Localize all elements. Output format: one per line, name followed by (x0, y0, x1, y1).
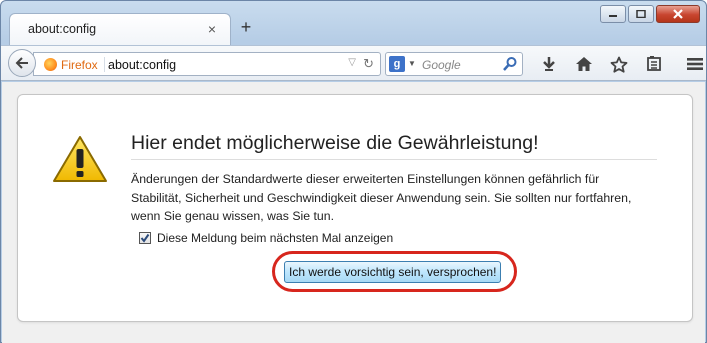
reload-icon[interactable]: ↻ (363, 56, 374, 72)
download-icon (542, 57, 555, 71)
warning-panel: Hier endet möglicherweise die Gewährleis… (17, 94, 693, 322)
star-icon (610, 56, 627, 73)
tab-title: about:config (28, 22, 97, 36)
browser-window: about:config × + Firefox about:config ▽ … (0, 0, 707, 343)
bookmarks-menu-button[interactable] (636, 51, 671, 77)
show-warning-checkbox-row[interactable]: Diese Meldung beim nächsten Mal anzeigen (139, 231, 393, 245)
checkmark-icon (140, 233, 150, 243)
home-button[interactable] (566, 51, 601, 77)
navigation-bar: Firefox about:config ▽ ↻ g ▼ Google (1, 45, 706, 81)
accept-risk-button[interactable]: Ich werde vorsichtig sein, versprochen! (284, 261, 502, 283)
hamburger-menu-icon (686, 58, 703, 70)
identity-box[interactable]: Firefox (44, 57, 105, 72)
page-content: Hier endet möglicherweise die Gewährleis… (2, 82, 705, 343)
search-engine-dropdown-icon[interactable]: ▼ (408, 59, 416, 68)
back-arrow-icon (15, 57, 28, 69)
bookmarks-list-icon (646, 56, 661, 71)
maximize-icon (636, 10, 646, 18)
home-icon (575, 57, 592, 71)
tab-about-config[interactable]: about:config × (9, 13, 231, 45)
url-dropdown-icon[interactable]: ▽ (348, 57, 356, 68)
show-warning-label: Diese Meldung beim nächsten Mal anzeigen (157, 231, 394, 245)
window-controls (600, 5, 700, 23)
url-bar[interactable]: Firefox about:config ▽ ↻ (33, 52, 381, 76)
minimize-button[interactable] (600, 5, 626, 23)
close-icon (673, 9, 683, 19)
close-tab-icon[interactable]: × (204, 21, 220, 37)
show-warning-checkbox[interactable] (139, 232, 151, 244)
identity-label: Firefox (61, 57, 98, 72)
warning-icon (53, 136, 107, 182)
new-tab-button[interactable]: + (237, 18, 255, 36)
menu-button[interactable] (677, 51, 707, 77)
search-bar[interactable]: g ▼ Google (385, 52, 523, 76)
warning-description: Änderungen der Standardwerte dieser erwe… (131, 172, 632, 223)
maximize-button[interactable] (628, 5, 654, 23)
downloads-button[interactable] (531, 51, 566, 77)
tab-strip: about:config × + (1, 1, 706, 45)
back-button[interactable] (8, 49, 36, 77)
title-divider (131, 159, 657, 160)
google-icon[interactable]: g (389, 56, 405, 72)
close-window-button[interactable] (656, 5, 700, 23)
url-text[interactable]: about:config (108, 58, 176, 72)
page-title: Hier endet möglicherweise die Gewährleis… (131, 132, 539, 154)
bookmark-button[interactable] (601, 51, 636, 77)
toolbar-icons (531, 51, 707, 77)
firefox-icon (44, 58, 57, 71)
search-magnifier-icon[interactable] (502, 56, 518, 75)
search-placeholder[interactable]: Google (422, 58, 461, 72)
minimize-icon (609, 15, 617, 17)
